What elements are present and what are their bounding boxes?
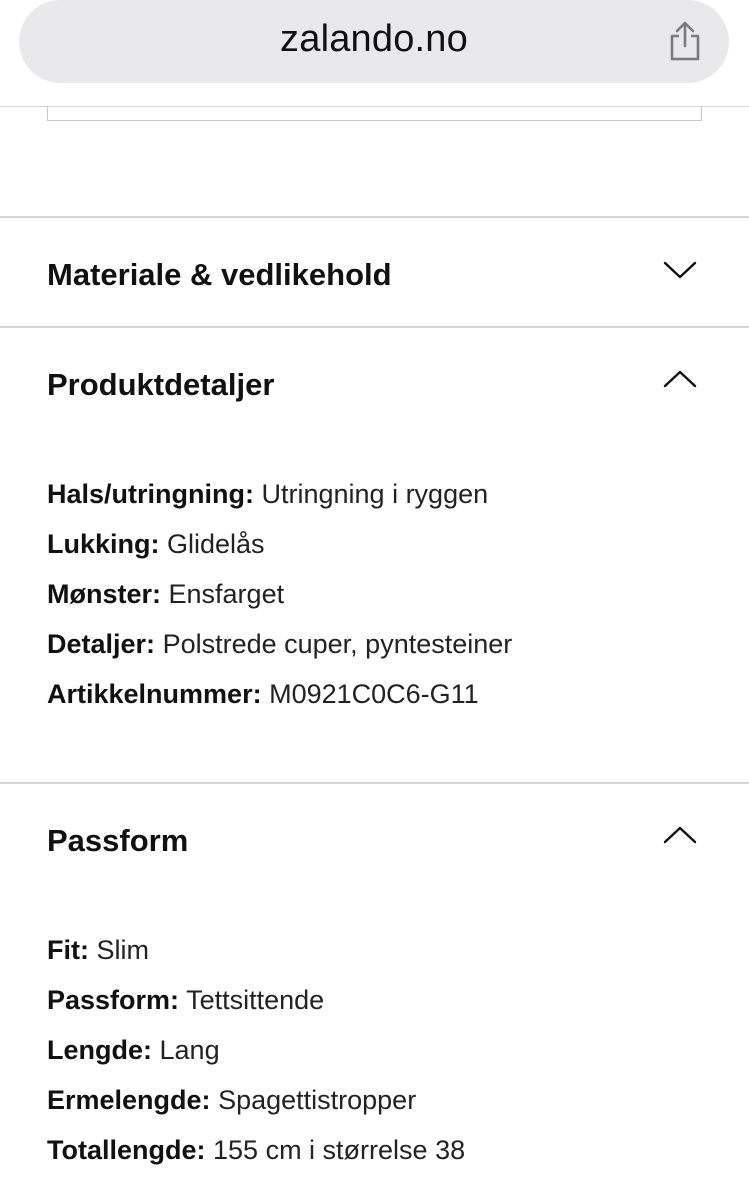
- detail-label: Artikkelnummer:: [47, 679, 262, 709]
- fit-value: Spagettistropper: [218, 1085, 417, 1115]
- fit-row: Fit: Slim: [47, 935, 149, 966]
- section-divider: [0, 782, 749, 784]
- address-bar[interactable]: zalando.no: [19, 0, 729, 83]
- chevron-up-icon[interactable]: [663, 369, 697, 389]
- section-title-produktdetaljer[interactable]: Produktdetaljer: [47, 367, 274, 403]
- fit-label: Lengde:: [47, 1035, 152, 1065]
- detail-label: Lukking:: [47, 529, 160, 559]
- detail-value: Polstrede cuper, pyntesteiner: [162, 629, 513, 659]
- fit-row: Passform: Tettsittende: [47, 985, 324, 1016]
- chevron-down-icon[interactable]: [663, 260, 697, 280]
- fit-value: 155 cm i størrelse 38: [213, 1135, 466, 1165]
- detail-row: Mønster: Ensfarget: [47, 579, 284, 610]
- detail-value: Glidelås: [167, 529, 265, 559]
- detail-row: Detaljer: Polstrede cuper, pyntesteiner: [47, 629, 512, 660]
- fit-label: Totallengde:: [47, 1135, 206, 1165]
- section-divider: [0, 216, 749, 218]
- section-divider: [0, 326, 749, 328]
- fit-label: Ermelengde:: [47, 1085, 211, 1115]
- detail-value: M0921C0C6-G11: [269, 679, 479, 709]
- detail-label: Detaljer:: [47, 629, 156, 659]
- fit-label: Passform:: [47, 985, 180, 1015]
- browser-toolbar: zalando.no: [0, 0, 749, 107]
- fit-row: Lengde: Lang: [47, 1035, 220, 1066]
- detail-row: Artikkelnummer: M0921C0C6-G11: [47, 679, 479, 710]
- fit-label: Fit:: [47, 935, 89, 965]
- detail-row: Lukking: Glidelås: [47, 529, 265, 560]
- detail-row: Hals/utringning: Utringning i ryggen: [47, 479, 488, 510]
- share-icon[interactable]: [667, 20, 703, 62]
- section-title-materiale[interactable]: Materiale & vedlikehold: [47, 257, 392, 293]
- fit-value: Lang: [159, 1035, 220, 1065]
- product-page: zalando.no Materiale & vedlikehold Produ…: [0, 0, 749, 1192]
- detail-label: Mønster:: [47, 579, 161, 609]
- fit-row: Totallengde: 155 cm i størrelse 38: [47, 1135, 465, 1166]
- fit-value: Slim: [96, 935, 150, 965]
- detail-label: Hals/utringning:: [47, 479, 254, 509]
- previous-content-box: [47, 106, 702, 121]
- detail-value: Ensfarget: [168, 579, 285, 609]
- fit-value: Tettsittende: [186, 985, 325, 1015]
- section-title-passform[interactable]: Passform: [47, 823, 188, 859]
- url-text: zalando.no: [280, 18, 468, 60]
- detail-value: Utringning i ryggen: [261, 479, 489, 509]
- fit-row: Ermelengde: Spagettistropper: [47, 1085, 416, 1116]
- chevron-up-icon[interactable]: [663, 825, 697, 845]
